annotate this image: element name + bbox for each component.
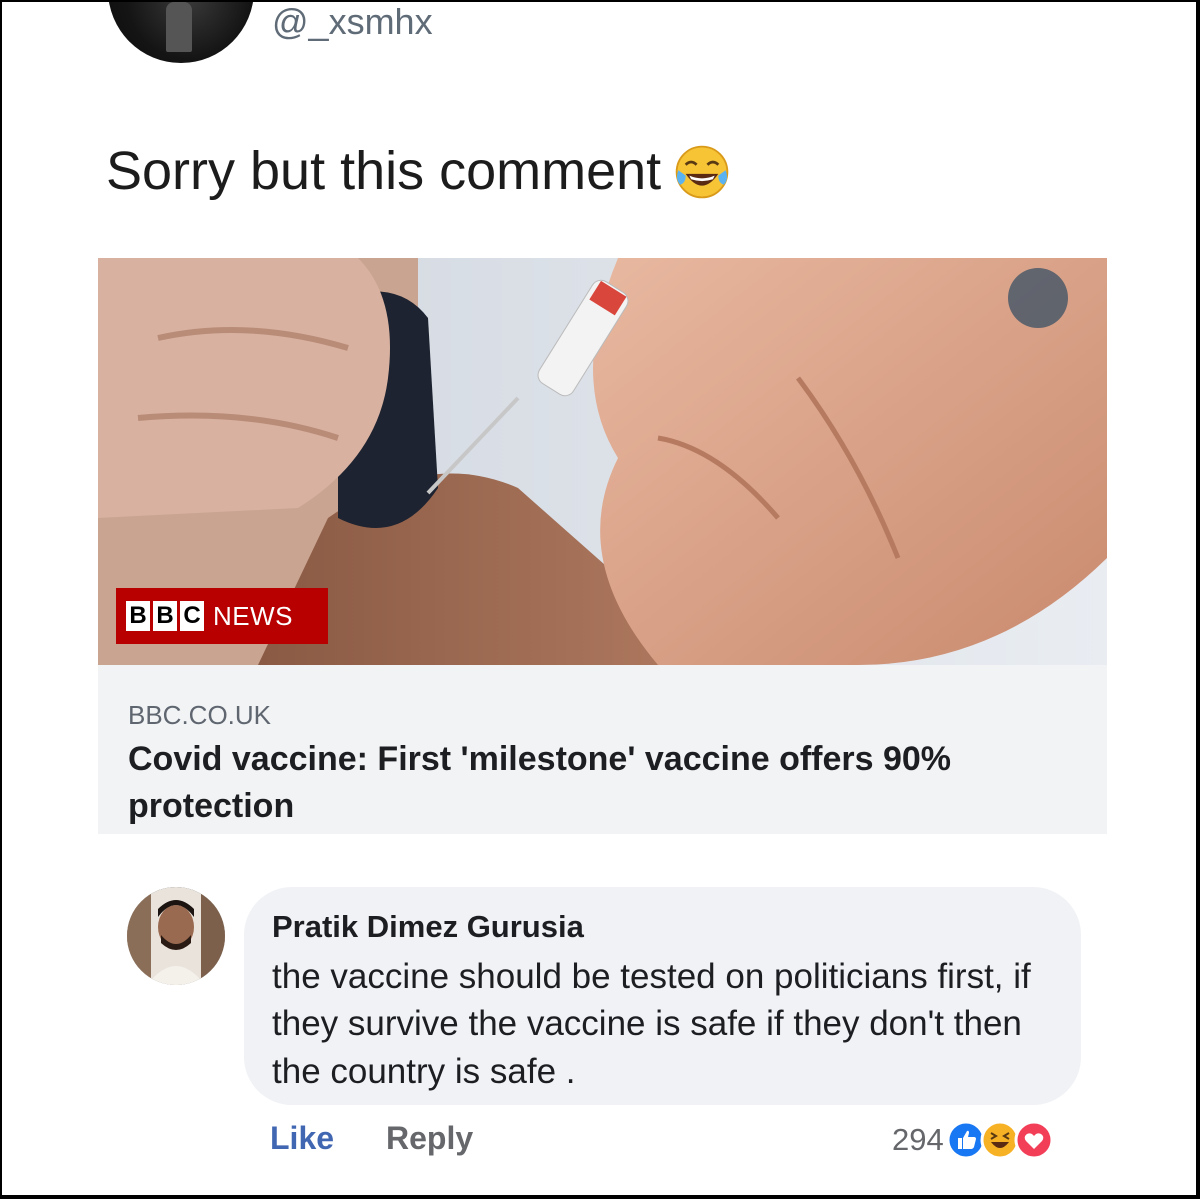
tweet-handle[interactable]: @_xsmhx [272,4,433,40]
comment-bubble: Pratik Dimez Gurusia the vaccine should … [244,887,1081,1105]
comment-author[interactable]: Pratik Dimez Gurusia [272,909,584,945]
post-screenshot: @_xsmhx Sorry but this comment B B C NEW… [2,2,1196,1195]
bbc-block-letter: C [180,601,204,631]
link-preview-card[interactable]: B B C NEWS BBC.CO.UK Covid vaccine: Firs… [98,258,1107,834]
avatar-figure [166,2,192,52]
bbc-news-badge: B B C NEWS [116,588,328,644]
commenter-photo [127,887,225,985]
article-image[interactable]: B B C NEWS [98,258,1107,665]
reply-button[interactable]: Reply [386,1120,473,1157]
reactions-summary[interactable]: 294 [892,1118,1054,1162]
like-button[interactable]: Like [270,1120,334,1157]
tweet-author-avatar[interactable] [108,2,254,63]
bbc-block-letter: B [126,601,150,631]
tweet-text-row: Sorry but this comment [106,141,731,201]
face-with-tears-of-joy-icon [675,145,729,198]
bbc-block-letter: B [153,601,177,631]
commenter-avatar[interactable] [127,887,225,985]
link-domain: BBC.CO.UK [128,700,272,730]
bbc-news-label: NEWS [213,600,293,631]
link-title[interactable]: Covid vaccine: First 'milestone' vaccine… [128,736,1078,830]
tweet-text: Sorry but this comment [106,141,662,201]
love-reaction-icon [1014,1120,1054,1160]
comment-text: the vaccine should be tested on politici… [272,957,1031,1091]
reaction-count: 294 [892,1122,944,1157]
